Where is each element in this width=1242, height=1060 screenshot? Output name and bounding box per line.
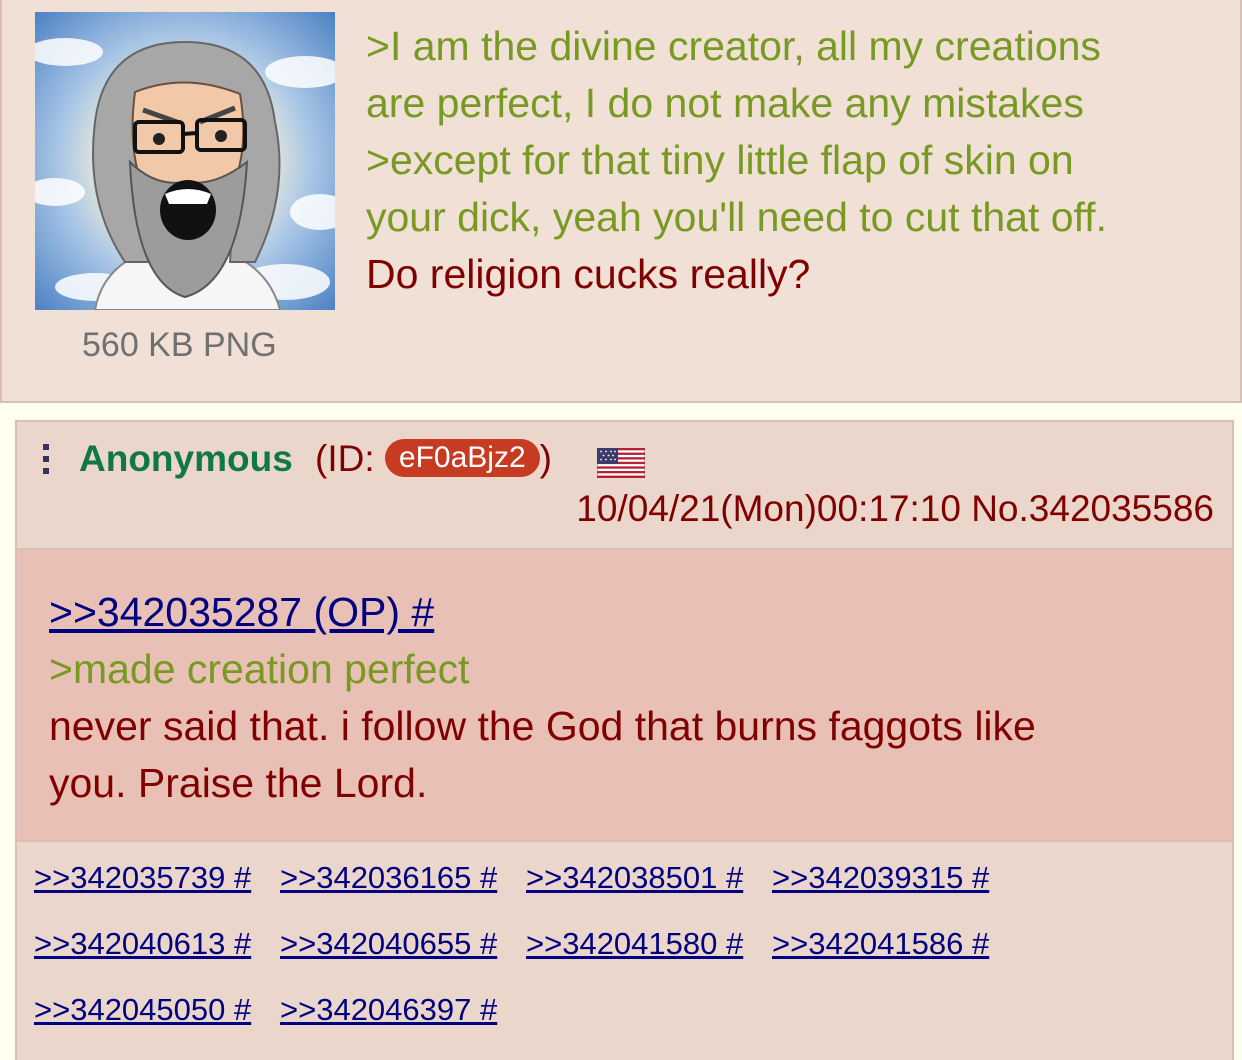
greentext-line: >made creation perfect	[49, 646, 470, 692]
greentext-line: >I am the divine creator, all my creatio…	[366, 23, 1101, 69]
op-thumbnail-image[interactable]	[35, 12, 335, 310]
comment-line: Do religion cucks really?	[366, 251, 811, 297]
backlink-row: >>342035739 # >>342036165 # >>342038501 # >…	[34, 860, 1018, 896]
backlink-row: >>342040613 # >>342040655 # >>342041580 # >…	[34, 926, 1018, 962]
reply-comment: >>342035287 (OP) # >made creation perfec…	[49, 584, 1209, 812]
backlinks-container: >>342035739 # >>342036165 # >>342038501 # >…	[17, 842, 1232, 1060]
comment-line: you. Praise the Lord.	[49, 760, 428, 806]
greentext-line: are perfect, I do not make any mistakes	[366, 80, 1084, 126]
greentext-line: >except for that tiny little flap of ski…	[366, 137, 1074, 183]
us-flag-icon	[597, 448, 645, 478]
op-post: 560 KB PNG >I am the divine creator, all…	[0, 0, 1242, 403]
backlink[interactable]: >>342041586 #	[772, 926, 1008, 962]
op-quote-link[interactable]: >>342035287 (OP) #	[49, 584, 1209, 641]
reply-post: Anonymous (ID: eF0aBjz2) 10/04/21(Mon)00…	[15, 420, 1234, 1060]
backlink[interactable]: >>342046397 #	[280, 992, 516, 1028]
poster-name: Anonymous	[79, 438, 293, 479]
file-size-label: 560 KB PNG	[82, 326, 277, 364]
poster-id: (ID: eF0aBjz2)	[315, 438, 552, 480]
backlink[interactable]: >>342040655 #	[280, 926, 516, 962]
comment-line: never said that. i follow the God that b…	[49, 703, 1036, 749]
backlink[interactable]: >>342036165 #	[280, 860, 516, 896]
post-datetime-number: 10/04/21(Mon)00:17:10 No.342035586	[576, 488, 1214, 529]
greentext-line: your dick, yeah you'll need to cut that …	[366, 194, 1107, 240]
id-badge[interactable]: eF0aBjz2	[384, 439, 540, 477]
backlink[interactable]: >>342045050 #	[34, 992, 270, 1028]
backlink[interactable]: >>342040613 #	[34, 926, 270, 962]
backlink[interactable]: >>342035739 #	[34, 860, 270, 896]
backlink-row: >>342045050 # >>342046397 #	[34, 992, 526, 1028]
backlink[interactable]: >>342041580 #	[526, 926, 762, 962]
op-comment: >I am the divine creator, all my creatio…	[366, 18, 1226, 303]
backlink[interactable]: >>342039315 #	[772, 860, 1008, 896]
backlink[interactable]: >>342038501 #	[526, 860, 762, 896]
post-body: >>342035287 (OP) # >made creation perfec…	[17, 550, 1232, 842]
vertical-dots-menu-icon[interactable]	[41, 444, 51, 482]
id-suffix: )	[539, 438, 552, 479]
post-header: Anonymous (ID: eF0aBjz2) 10/04/21(Mon)00…	[17, 422, 1232, 550]
id-prefix: (ID:	[315, 438, 385, 479]
